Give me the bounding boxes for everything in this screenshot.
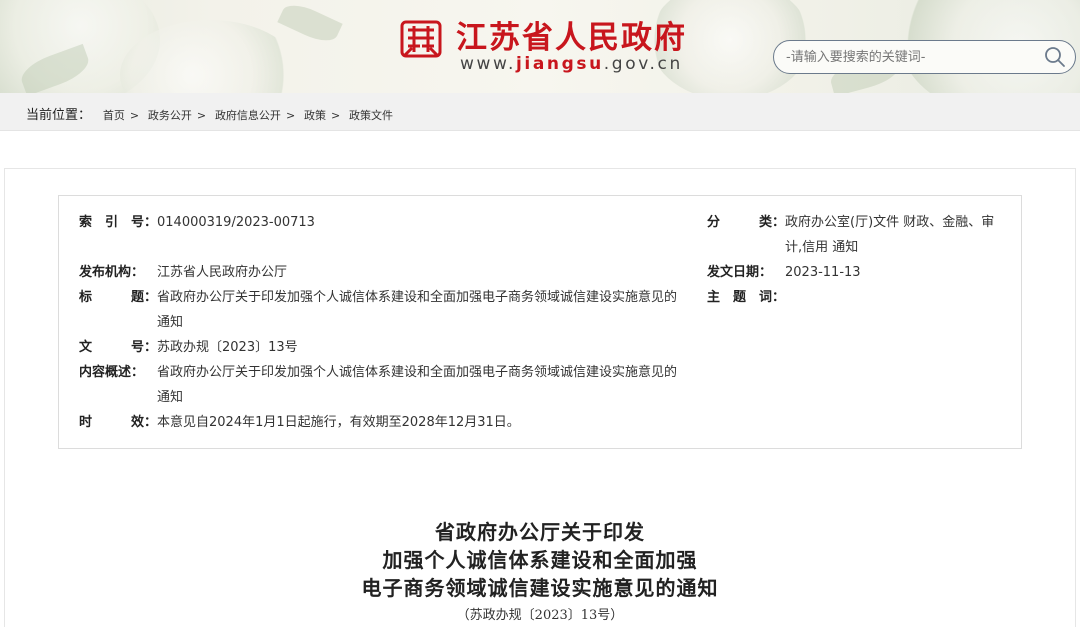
jiangsu-emblem-icon xyxy=(400,20,442,58)
article-title-line: 省政府办公厅关于印发 xyxy=(435,520,645,544)
article-title-line: 电子商务领域诚信建设实施意见的通知 xyxy=(361,576,719,600)
breadcrumb-item-policy[interactable]: 政策 xyxy=(304,109,326,122)
breadcrumb-separator: > xyxy=(196,109,207,122)
breadcrumb-separator: > xyxy=(129,109,140,122)
meta-value-validity: 本意见自2024年1月1日起施行，有效期至2028年12月31日。 xyxy=(157,415,520,430)
meta-value-title: 省政府办公厅关于印发加强个人诚信体系建设和全面加强电子商务领域诚信建设实施意见的… xyxy=(157,290,678,330)
meta-value-category: 政府办公室(厅)文件 财政、金融、审计,信用 通知 xyxy=(785,215,995,255)
header-leaf-decoration xyxy=(277,0,343,48)
breadcrumb-bar: 当前位置： 首页 > 政务公开 > 政府信息公开 > 政策 > 政策文件 xyxy=(0,93,1080,131)
breadcrumb-separator: > xyxy=(330,109,341,122)
meta-label: 主 题 词： xyxy=(707,290,786,305)
breadcrumb-label: 当前位置： xyxy=(26,108,92,123)
meta-label: 索 引 号： xyxy=(79,215,158,230)
site-logo[interactable]: 江苏省人民政府 www.jiangsu.gov.cn xyxy=(398,10,698,80)
meta-value-publisher: 江苏省人民政府办公厅 xyxy=(157,265,288,280)
meta-value-docno: 苏政办规〔2023〕13号 xyxy=(157,340,298,355)
document-metadata: 索 引 号： 014000319/2023-00713 发布机构： 江苏省人民政… xyxy=(58,195,1022,449)
meta-label: 时 效： xyxy=(79,415,158,430)
meta-label: 内容概述： xyxy=(79,365,145,380)
meta-label: 文 号： xyxy=(79,340,158,355)
breadcrumb-item-gov-affairs[interactable]: 政务公开 xyxy=(148,109,192,122)
breadcrumb-separator: > xyxy=(285,109,296,122)
meta-value-index: 014000319/2023-00713 xyxy=(157,215,315,230)
search-input[interactable] xyxy=(786,47,1026,67)
meta-value-summary: 省政府办公厅关于印发加强个人诚信体系建设和全面加强电子商务领域诚信建设实施意见的… xyxy=(157,365,678,405)
meta-label: 发文日期： xyxy=(707,265,773,280)
breadcrumb-item-policy-docs[interactable]: 政策文件 xyxy=(349,109,393,122)
article-doc-number: （苏政办规〔2023〕13号） xyxy=(456,608,624,623)
site-title: 江苏省人民政府 xyxy=(456,20,687,56)
meta-value-date: 2023-11-13 xyxy=(785,265,861,280)
meta-label: 标 题： xyxy=(79,290,158,305)
article-title-line: 加强个人诚信体系建设和全面加强 xyxy=(382,548,698,572)
breadcrumb-item-home[interactable]: 首页 xyxy=(103,109,125,122)
article-heading: 省政府办公厅关于印发 加强个人诚信体系建设和全面加强 电子商务领域诚信建设实施意… xyxy=(0,518,1080,626)
meta-label: 发布机构： xyxy=(79,265,145,280)
meta-label: 分 类： xyxy=(707,215,786,230)
search-icon[interactable] xyxy=(1043,45,1067,69)
breadcrumb: 当前位置： 首页 > 政务公开 > 政府信息公开 > 政策 > 政策文件 xyxy=(26,104,393,123)
search-box xyxy=(773,40,1076,74)
breadcrumb-item-info-disclosure[interactable]: 政府信息公开 xyxy=(215,109,281,122)
site-header: 江苏省人民政府 www.jiangsu.gov.cn xyxy=(0,0,1080,93)
site-url: www.jiangsu.gov.cn xyxy=(460,54,683,74)
